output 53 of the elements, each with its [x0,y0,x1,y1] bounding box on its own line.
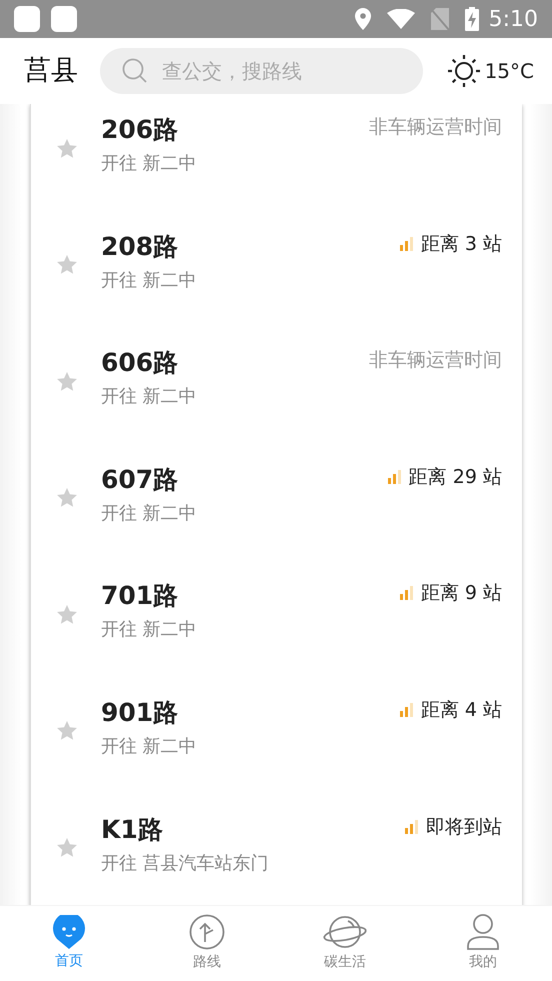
route-name: 206路 [101,114,180,146]
star-icon[interactable] [57,488,77,508]
nav-tab[interactable]: 首页 [0,906,138,981]
planet-icon [322,914,368,950]
user-icon [467,914,499,950]
star-icon[interactable] [57,721,77,740]
star-icon[interactable] [57,138,77,158]
no-sim-icon [430,8,449,30]
notification-icon [14,6,40,32]
star-icon[interactable] [57,372,77,391]
arrival-distance: 距离 29 站 [408,464,502,490]
signal-icon [405,820,418,834]
nav-tab[interactable]: 我的 [414,906,552,981]
location-icon [354,8,371,30]
nav-tab[interactable]: 碳生活 [276,906,414,981]
route-direction: 开往 新二中 [101,502,198,526]
star-icon[interactable] [57,255,77,274]
clock-time: 5:10 [488,6,538,34]
signal-icon [400,586,413,600]
nav-tab[interactable]: 路线 [138,906,276,981]
arrival-distance: 距离 4 站 [420,698,502,723]
arrival-distance: 即将到站 [426,814,502,840]
route-name: 607路 [101,464,180,496]
wifi-icon [386,9,415,29]
search-icon [122,58,148,84]
route-direction: 开往 新二中 [101,618,198,642]
signal-icon [388,470,401,484]
arrival-distance: 距离 3 站 [420,232,502,257]
route-name: K1路 [101,814,164,846]
notification-icon [51,6,77,32]
signal-icon [400,236,413,251]
route-name: 901路 [101,696,180,729]
service-status: 非车辆运营时间 [369,115,502,140]
route-name: 701路 [101,580,180,612]
route-direction: 开往 新二中 [101,734,198,759]
route-name: 606路 [101,347,180,380]
city-name[interactable]: 莒县 [24,50,78,92]
route-direction: 开往 新二中 [101,268,198,293]
star-icon[interactable] [57,604,77,624]
route-direction: 开往 莒县汽车站东门 [101,852,270,876]
home-icon [52,915,86,949]
route-icon [189,914,225,950]
arrival-distance: 距离 9 站 [420,581,502,606]
route-direction: 开往 新二中 [101,385,198,410]
star-icon[interactable] [57,838,77,858]
route-name: 208路 [101,230,180,263]
battery-icon [464,7,479,31]
route-direction: 开往 新二中 [101,152,198,176]
service-status: 非车辆运营时间 [369,348,502,374]
temperature: 15°C [484,58,534,85]
sun-icon [446,54,481,88]
search-field[interactable]: 查公交，搜路线 [100,48,423,94]
signal-icon [400,702,413,717]
